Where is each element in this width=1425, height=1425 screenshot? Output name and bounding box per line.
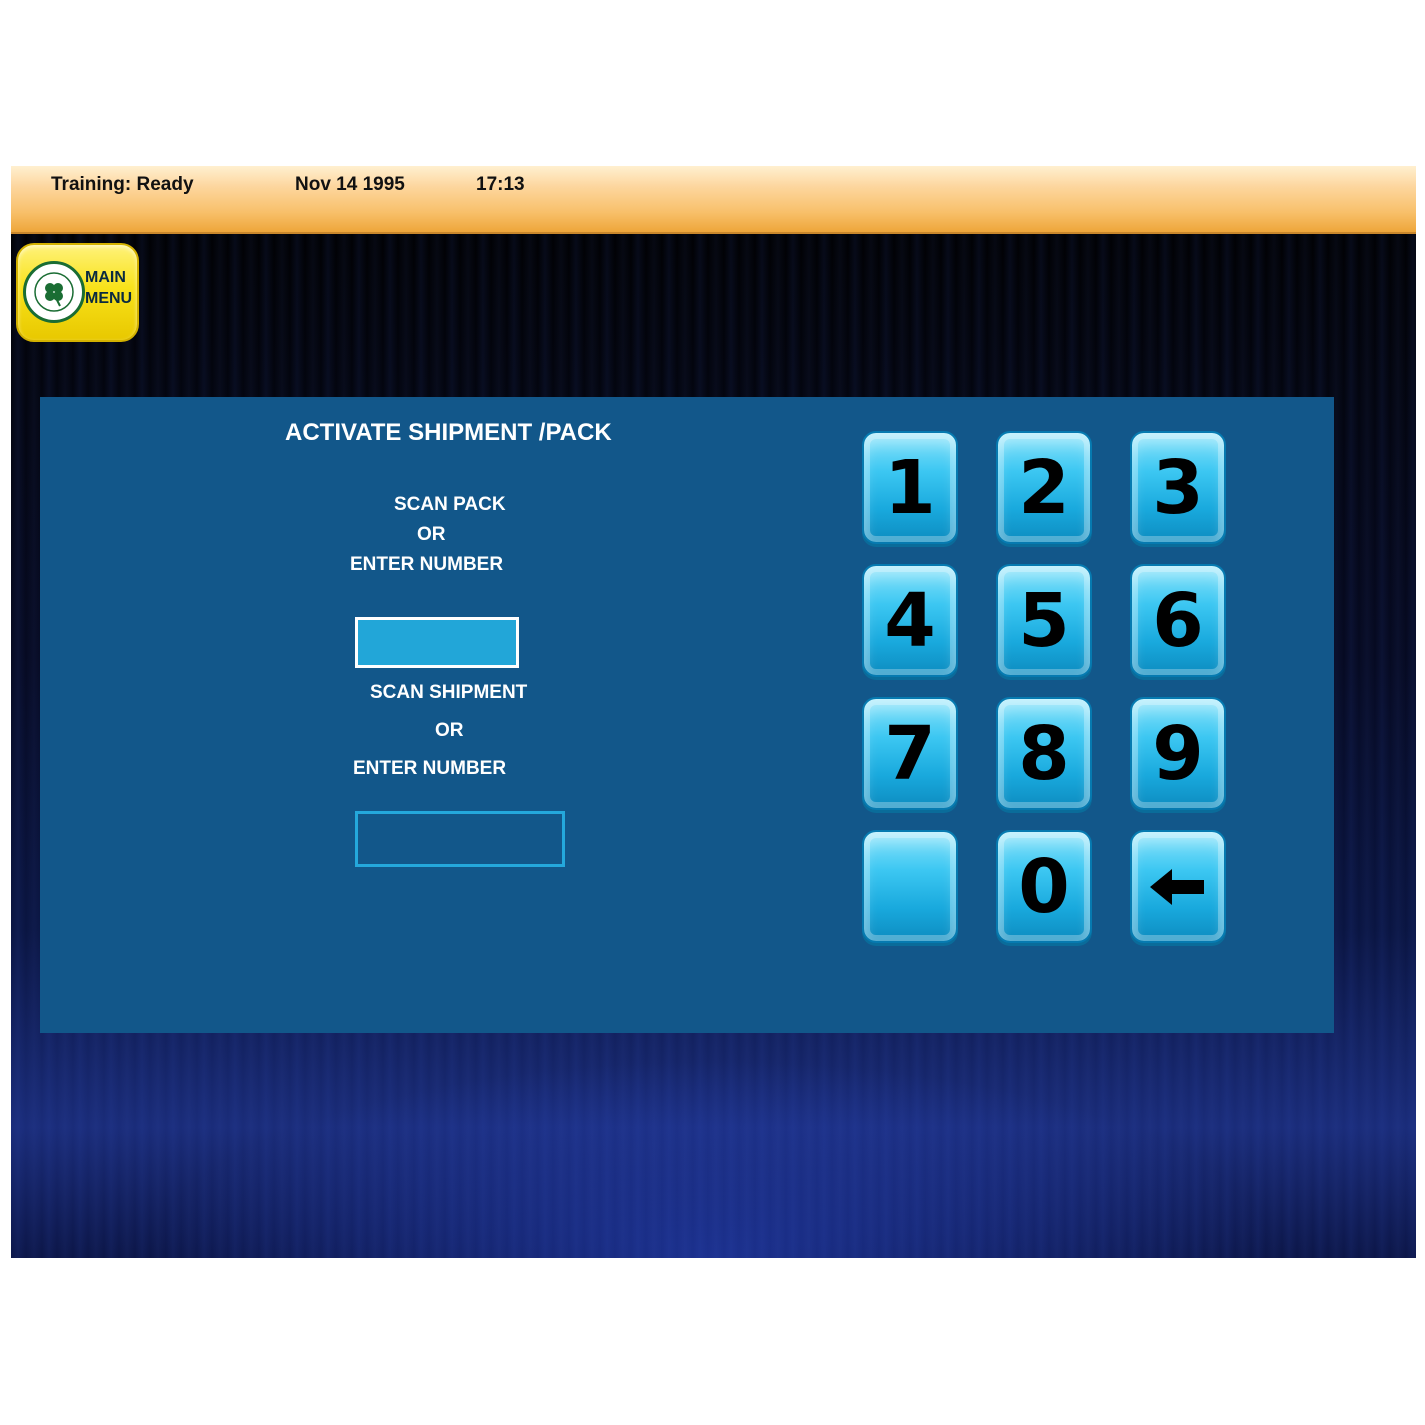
- washington-lottery-logo: [23, 261, 85, 323]
- shipment-enter-number-label: ENTER NUMBER: [353, 758, 507, 779]
- status-bar: Training: Ready Nov 14 1995 17:13: [11, 166, 1416, 234]
- status-time: 17:13: [476, 174, 525, 195]
- key-8[interactable]: 8: [996, 697, 1092, 810]
- key-9[interactable]: 9: [1130, 697, 1226, 810]
- status-date: Nov 14 1995: [295, 174, 405, 195]
- main-menu-label: MAIN MENU: [85, 269, 133, 307]
- pack-enter-number-label: ENTER NUMBER: [350, 554, 504, 575]
- key-7[interactable]: 7: [862, 697, 958, 810]
- key-1[interactable]: 1: [862, 431, 958, 544]
- key-4[interactable]: 4: [862, 564, 958, 677]
- key-6[interactable]: 6: [1130, 564, 1226, 677]
- shipment-or-label: OR: [435, 720, 464, 741]
- activate-panel: ACTIVATE SHIPMENT /PACK SCAN PACK OR ENT…: [40, 397, 1334, 1033]
- backspace-arrow-icon: [1150, 868, 1204, 905]
- pack-number-input[interactable]: [355, 617, 519, 668]
- pack-or-label: OR: [417, 524, 446, 545]
- key-3[interactable]: 3: [1130, 431, 1226, 544]
- training-status: Training: Ready: [51, 174, 194, 195]
- main-menu-button[interactable]: MAIN MENU: [16, 243, 139, 342]
- scan-pack-label: SCAN PACK: [394, 494, 506, 515]
- terminal-screen: Training: Ready Nov 14 1995 17:13 MAIN M…: [11, 166, 1416, 1258]
- key-backspace[interactable]: [1130, 830, 1226, 943]
- key-5[interactable]: 5: [996, 564, 1092, 677]
- key-blank[interactable]: [862, 830, 958, 943]
- page-title: ACTIVATE SHIPMENT /PACK: [285, 419, 612, 446]
- key-2[interactable]: 2: [996, 431, 1092, 544]
- shipment-number-input[interactable]: [355, 811, 565, 867]
- key-0[interactable]: 0: [996, 830, 1092, 943]
- clover-icon: [34, 272, 74, 312]
- scan-shipment-label: SCAN SHIPMENT: [370, 682, 528, 703]
